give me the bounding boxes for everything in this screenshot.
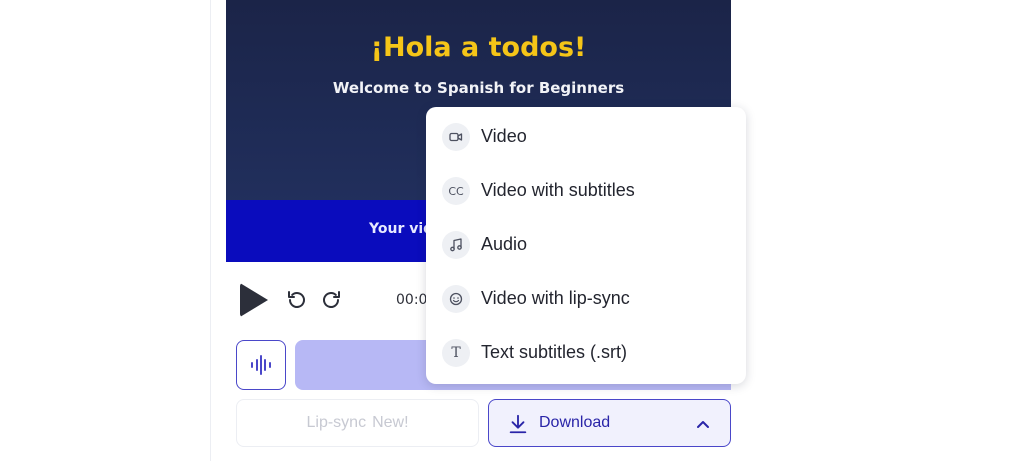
menu-item-video-subtitles[interactable]: CC Video with subtitles xyxy=(426,164,746,218)
forward-icon[interactable] xyxy=(319,288,343,312)
menu-item-label: Audio xyxy=(481,234,528,254)
video-camera-icon xyxy=(442,123,470,151)
video-title: ¡Hola a todos! xyxy=(370,32,587,63)
menu-item-text-subtitles[interactable]: T Text subtitles (.srt) xyxy=(426,326,746,380)
menu-item-video[interactable]: Video xyxy=(426,110,746,164)
music-note-icon xyxy=(442,231,470,259)
new-badge: New! xyxy=(372,414,409,431)
waveform-icon xyxy=(251,355,271,375)
download-icon xyxy=(509,414,527,434)
download-button[interactable]: Download xyxy=(488,399,731,447)
download-label: Download xyxy=(539,414,611,431)
menu-item-label: Text subtitles (.srt) xyxy=(481,342,628,362)
rewind-icon[interactable] xyxy=(285,288,309,312)
menu-item-label: Video with subtitles xyxy=(481,180,635,200)
smiley-face-icon xyxy=(442,285,470,313)
video-subtitle: Welcome to Spanish for Beginners xyxy=(332,79,625,97)
audio-waveform-button[interactable] xyxy=(236,340,286,390)
play-button[interactable] xyxy=(240,283,268,317)
playback-time: 00:0 xyxy=(396,292,428,308)
download-menu: Video CC Video with subtitles Audio Vide… xyxy=(426,107,746,384)
divider-line xyxy=(210,0,211,461)
menu-item-label: Video xyxy=(481,126,527,146)
lip-sync-button: Lip-sync New! xyxy=(236,399,479,447)
menu-item-video-lipsync[interactable]: Video with lip-sync xyxy=(426,272,746,326)
text-t-icon: T xyxy=(442,339,470,367)
menu-item-label: Video with lip-sync xyxy=(481,288,630,308)
chevron-up-icon xyxy=(697,421,709,428)
menu-item-audio[interactable]: Audio xyxy=(426,218,746,272)
lip-sync-label: Lip-sync xyxy=(306,414,367,431)
closed-captions-icon: CC xyxy=(442,177,470,205)
